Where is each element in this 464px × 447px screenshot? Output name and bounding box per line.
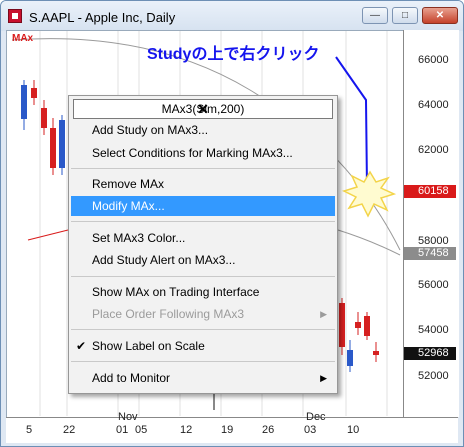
date-label: 22: [63, 424, 76, 436]
context-menu: MAx3(Sim,200) ✕ Add Study on MAx3... Sel…: [68, 95, 338, 394]
menu-separator: [71, 168, 335, 169]
candle: [41, 108, 47, 128]
annotation-text: Studyの上で右クリック: [147, 46, 320, 63]
last-price-label: 52968: [404, 347, 456, 360]
date-label: 12: [180, 424, 193, 436]
date-label: 10: [347, 424, 360, 436]
menu-item-add-study[interactable]: Add Study on MAx3...: [71, 120, 335, 140]
ma-price-label: 60158: [404, 185, 456, 198]
month-label: Dec: [306, 411, 326, 423]
price-tick: 58000: [418, 235, 449, 247]
submenu-arrow-icon: ▶: [320, 373, 327, 383]
price-tick: 66000: [418, 54, 449, 66]
level-price-label: 57458: [404, 247, 456, 260]
menu-item-show-on-trading[interactable]: Show MAx on Trading Interface: [71, 282, 335, 302]
candle: [347, 350, 353, 366]
context-menu-header: MAx3(Sim,200) ✕: [73, 99, 333, 119]
candle: [50, 128, 56, 168]
candle: [59, 120, 65, 168]
menu-separator: [71, 221, 335, 222]
candle: [21, 85, 27, 119]
price-scale[interactable]: 66000 64000 62000 58000 56000 54000 5200…: [403, 30, 459, 417]
menu-item-set-color[interactable]: Set MAx3 Color...: [71, 228, 335, 248]
menu-item-show-label[interactable]: ✔ Show Label on Scale: [71, 336, 335, 356]
ma-line: [27, 229, 69, 241]
close-icon[interactable]: ✕: [74, 101, 332, 118]
candle: [339, 303, 345, 347]
menu-item-label: Add to Monitor: [92, 371, 171, 385]
date-label: 03: [304, 424, 317, 436]
menu-item-label: Show Label on Scale: [92, 339, 205, 353]
date-label: 01: [116, 424, 129, 436]
candle: [31, 88, 37, 98]
menu-item-modify[interactable]: Modify MAx...: [71, 196, 335, 216]
menu-separator: [71, 276, 335, 277]
price-tick: 62000: [418, 144, 449, 156]
price-tick: 54000: [418, 324, 449, 336]
menu-separator: [71, 329, 335, 330]
menu-item-remove[interactable]: Remove MAx: [71, 174, 335, 194]
study-label[interactable]: MAx: [12, 33, 33, 44]
menu-item-add-to-monitor[interactable]: Add to Monitor ▶: [71, 368, 335, 388]
date-label: 19: [221, 424, 234, 436]
candle: [355, 322, 361, 328]
month-label: Nov: [118, 411, 138, 423]
menu-item-place-order[interactable]: Place Order Following MAx3 ▶: [71, 304, 335, 324]
price-tick: 52000: [418, 370, 449, 382]
time-axis[interactable]: Nov Dec 5 22 01 05 12 19 26 03 10: [6, 411, 458, 443]
candle: [373, 351, 379, 355]
candle: [364, 316, 370, 336]
date-label: 05: [135, 424, 148, 436]
price-tick: 64000: [418, 99, 449, 111]
menu-item-select-conditions[interactable]: Select Conditions for Marking MAx3...: [71, 143, 335, 163]
menu-item-add-alert[interactable]: Add Study Alert on MAx3...: [71, 250, 335, 270]
ma-line-right: [337, 229, 401, 256]
menu-separator: [71, 361, 335, 362]
date-label: 26: [262, 424, 275, 436]
checkmark-icon: ✔: [76, 339, 87, 353]
submenu-arrow-icon: ▶: [320, 309, 327, 319]
menu-item-label: Place Order Following MAx3: [92, 307, 245, 321]
click-burst-icon: [341, 170, 397, 218]
price-tick: 56000: [418, 279, 449, 291]
annotation-arrow: [335, 56, 368, 189]
candles-left: [21, 80, 65, 175]
date-label: 5: [26, 424, 33, 436]
